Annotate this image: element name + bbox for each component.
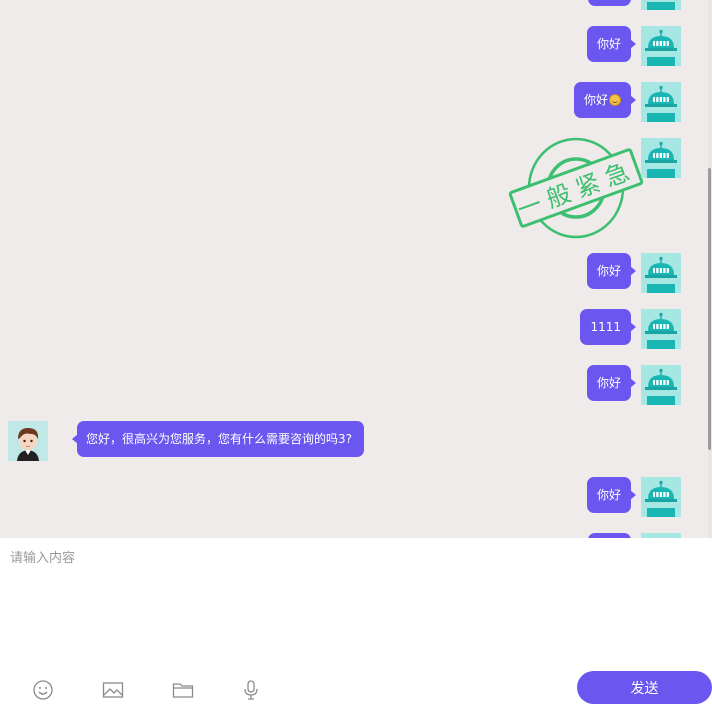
robot-avatar-icon — [641, 477, 681, 517]
image-icon[interactable] — [101, 678, 125, 702]
chat-scrollbar[interactable] — [708, 0, 712, 538]
robot-avatar-icon — [641, 0, 681, 10]
chat-window: 你好 你好 一般紧急 你好 1111 你好 您好，很高兴为您服务，您有什么需要咨… — [0, 0, 712, 712]
robot-avatar-icon — [641, 365, 681, 405]
robot-avatar-icon — [641, 253, 681, 293]
robot-avatar-icon — [641, 138, 681, 178]
emoji-icon[interactable] — [31, 678, 55, 702]
message-bubble: 你好 — [573, 82, 637, 118]
message-bubble: 你好 — [586, 365, 637, 401]
folder-icon[interactable] — [171, 678, 195, 702]
message-input[interactable] — [0, 538, 712, 664]
send-button[interactable]: 发送 — [577, 671, 712, 704]
robot-avatar-icon — [641, 82, 681, 122]
urgency-stamp-image: 一般紧急 — [508, 137, 644, 239]
message-bubble — [588, 0, 631, 6]
message-bubble: 你好 — [586, 477, 637, 513]
message-bubble: 你好 — [586, 253, 637, 289]
composer: 发送 — [0, 538, 712, 712]
message-bubble: 您好，很高兴为您服务，您有什么需要咨询的吗3? — [71, 421, 365, 457]
message-list[interactable]: 你好 你好 一般紧急 你好 1111 你好 您好，很高兴为您服务，您有什么需要咨… — [0, 0, 712, 538]
agent-avatar-icon — [8, 421, 48, 461]
message-bubble: 你好 — [586, 26, 637, 62]
robot-avatar-icon — [641, 309, 681, 349]
smile-emoji-icon — [609, 94, 621, 106]
message-text: 你好 — [583, 93, 608, 107]
message-bubble: 1111 — [580, 309, 636, 345]
microphone-icon[interactable] — [239, 678, 263, 702]
robot-avatar-icon — [641, 26, 681, 66]
scrollbar-thumb[interactable] — [708, 168, 711, 450]
